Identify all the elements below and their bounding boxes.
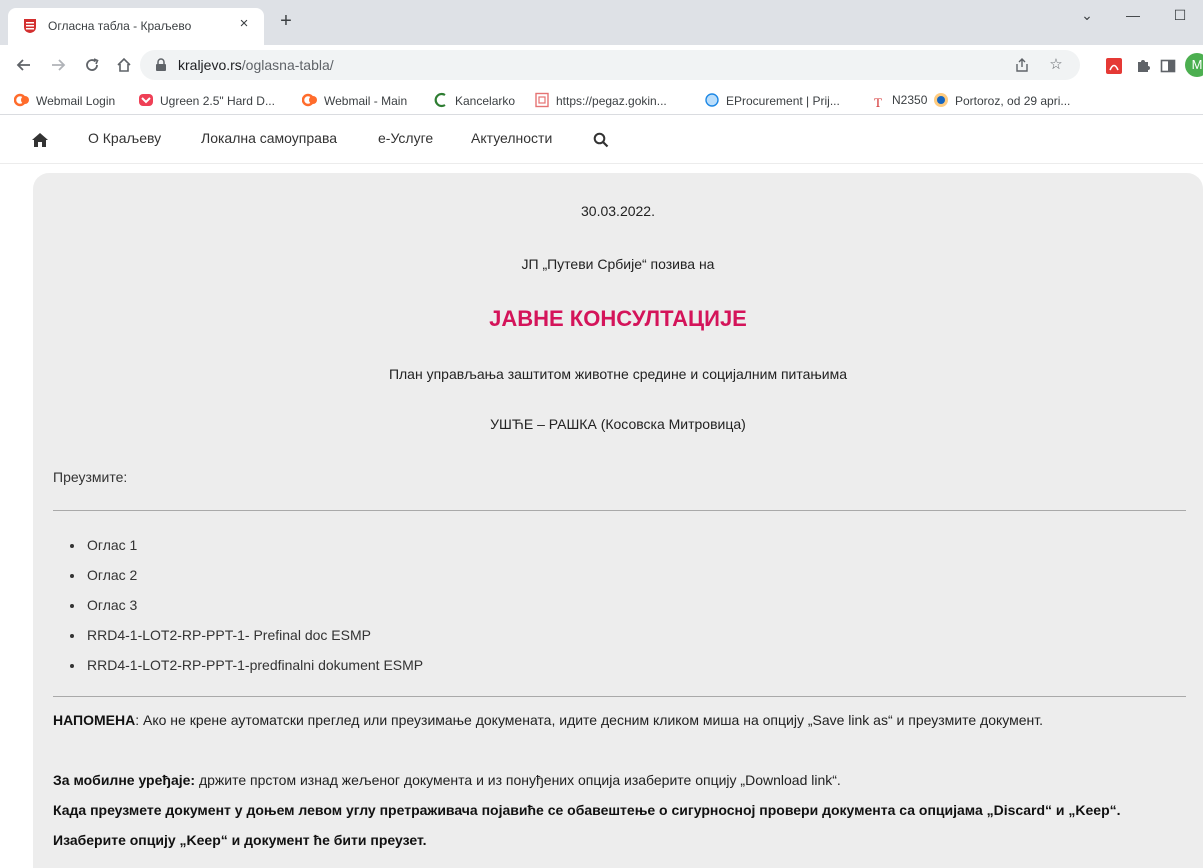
list-item[interactable]: RRD4-1-LOT2-RP-PPT-1- Prefinal doc ESMP (85, 626, 423, 656)
minimize-button[interactable]: — (1110, 0, 1156, 32)
document-link[interactable]: RRD4-1-LOT2-RP-PPT-1-predfinalni dokumen… (87, 657, 423, 673)
forward-arrow-icon (52, 59, 66, 71)
bookmark-label: https://pegaz.gokin... (556, 94, 667, 108)
share-icon[interactable] (1012, 55, 1032, 75)
close-tab-icon[interactable]: × (234, 14, 254, 34)
bookmark-star-icon[interactable]: ☆ (1046, 55, 1066, 75)
bookmark-label: Kancelarko (455, 94, 516, 108)
share-glyph-icon (1016, 58, 1028, 72)
bookmark-label: Webmail Login (36, 94, 116, 108)
tab-search-dropdown-icon[interactable]: ⌄ (1064, 0, 1110, 32)
bookmark-eprocurement[interactable]: EProcurement | Prij... (704, 92, 840, 110)
bookmark-label: EProcurement | Prij... (726, 94, 840, 108)
back-arrow-icon (16, 59, 30, 71)
acrobat-extension-icon[interactable] (1106, 58, 1122, 74)
list-item[interactable]: RRD4-1-LOT2-RP-PPT-1-predfinalni dokumen… (85, 656, 423, 686)
mobile-text: држите прстом изнад жељеног документа и … (195, 772, 841, 788)
notice-panel: 30.03.2022. ЈП „Путеви Србије“ позива на… (33, 173, 1203, 868)
forward-button[interactable] (46, 53, 70, 77)
divider (53, 696, 1186, 697)
nav-item-local-government[interactable]: Локална самоуправа (201, 130, 337, 146)
bookmark-portoroz[interactable]: Portoroz, od 29 apri... (933, 92, 1070, 110)
download-links-list: Оглас 1 Оглас 2 Оглас 3 RRD4-1-LOT2-RP-P… (85, 536, 423, 686)
nav-item-about[interactable]: О Краљеву (88, 130, 161, 146)
browser-tab[interactable]: Огласна табла - Краљево × (8, 8, 264, 45)
list-item[interactable]: Оглас 3 (85, 596, 423, 626)
side-panel-icon[interactable] (1160, 58, 1176, 74)
url-text: kraljevo.rs/oglasna-tabla/ (178, 57, 334, 73)
document-link[interactable]: Оглас 2 (87, 567, 137, 583)
back-button[interactable] (12, 53, 36, 77)
notice-route: УШЋЕ – РАШКА (Косовска Митровица) (490, 416, 746, 432)
tab-strip: Огласна табла - Краљево × + ⌄ — ☐ (0, 0, 1203, 45)
reload-button[interactable] (80, 53, 104, 77)
search-icon[interactable] (593, 132, 609, 148)
extensions-puzzle-icon[interactable] (1135, 58, 1151, 74)
browser-toolbar: kraljevo.rs/oglasna-tabla/ ☆ M (0, 45, 1203, 85)
home-button[interactable] (112, 53, 136, 77)
divider (53, 510, 1186, 511)
document-link[interactable]: Оглас 1 (87, 537, 137, 553)
bookmark-label: Portoroz, od 29 apri... (955, 94, 1071, 108)
maximize-button[interactable]: ☐ (1157, 0, 1203, 32)
notice-intro: ЈП „Путеви Србије“ позива на (521, 256, 715, 272)
new-tab-button[interactable]: + (276, 11, 296, 32)
bookmarks-bar: Webmail Login Ugreen 2.5" Hard D... Webm… (0, 85, 1203, 115)
bookmark-webmail-login[interactable]: Webmail Login (14, 92, 115, 110)
bookmark-ugreen[interactable]: Ugreen 2.5" Hard D... (138, 92, 275, 110)
nav-item-news[interactable]: Актуелности (471, 130, 552, 146)
note-text: : Ако не крене аутоматски преглед или пр… (135, 712, 1043, 728)
notice-subtitle: План управљања заштитом животне средине … (388, 366, 848, 382)
mobile-label: За мобилне уређаје: (53, 772, 196, 788)
lock-icon (156, 58, 166, 71)
bookmark-label: Ugreen 2.5" Hard D... (160, 94, 275, 108)
note-label: НАПОМЕНА (53, 712, 136, 728)
list-item[interactable]: Оглас 2 (85, 566, 423, 596)
profile-avatar[interactable]: M (1185, 53, 1203, 77)
kancelarko-icon (434, 92, 446, 108)
notice-headline: ЈАВНЕ КОНСУЛТАЦИЈЕ (489, 306, 747, 331)
tab-title: Огласна табла - Краљево (48, 19, 192, 33)
booking-icon (934, 93, 948, 107)
page-icon (535, 92, 549, 108)
cpanel-icon (302, 93, 317, 107)
site-navigation: О Краљеву Локална самоуправа е-Услуге Ак… (0, 116, 1203, 164)
home-icon[interactable] (32, 133, 48, 147)
document-link[interactable]: RRD4-1-LOT2-RP-PPT-1- Prefinal doc ESMP (87, 627, 371, 643)
warning-paragraph: Када преузмете документ у доњем левом уг… (53, 802, 1121, 848)
home-outline-icon (117, 57, 131, 72)
text-icon: T (874, 95, 882, 110)
url-path: /oglasna-tabla/ (241, 57, 334, 73)
download-label: Преузмите: (53, 469, 128, 485)
notice-date: 30.03.2022. (581, 203, 655, 219)
reload-icon (86, 58, 99, 71)
bookmark-label: Webmail - Main (324, 94, 408, 108)
bookmark-webmail-main[interactable]: Webmail - Main (302, 92, 407, 110)
nav-item-e-services[interactable]: е-Услуге (378, 130, 433, 146)
document-link[interactable]: Оглас 3 (87, 597, 137, 613)
eprocurement-icon (705, 93, 719, 107)
list-item[interactable]: Оглас 1 (85, 536, 423, 566)
kraljevo-crest-icon (24, 19, 36, 33)
note-paragraph: НАПОМЕНА: Ако не крене аутоматски прегле… (53, 705, 1183, 735)
bookmark-label: N2350 (892, 93, 928, 107)
bookmark-n2350[interactable]: T N2350 (870, 92, 927, 110)
url-host: kraljevo.rs (178, 57, 242, 73)
bookmark-kancelarko[interactable]: Kancelarko (433, 92, 515, 110)
bookmark-pegaz[interactable]: https://pegaz.gokin... (534, 92, 667, 110)
mobile-note-paragraph: За мобилне уређаје: држите прстом изнад … (53, 765, 1183, 795)
cpanel-icon (14, 93, 29, 107)
address-bar[interactable]: kraljevo.rs/oglasna-tabla/ ☆ (140, 50, 1080, 80)
pocket-icon (139, 94, 153, 106)
